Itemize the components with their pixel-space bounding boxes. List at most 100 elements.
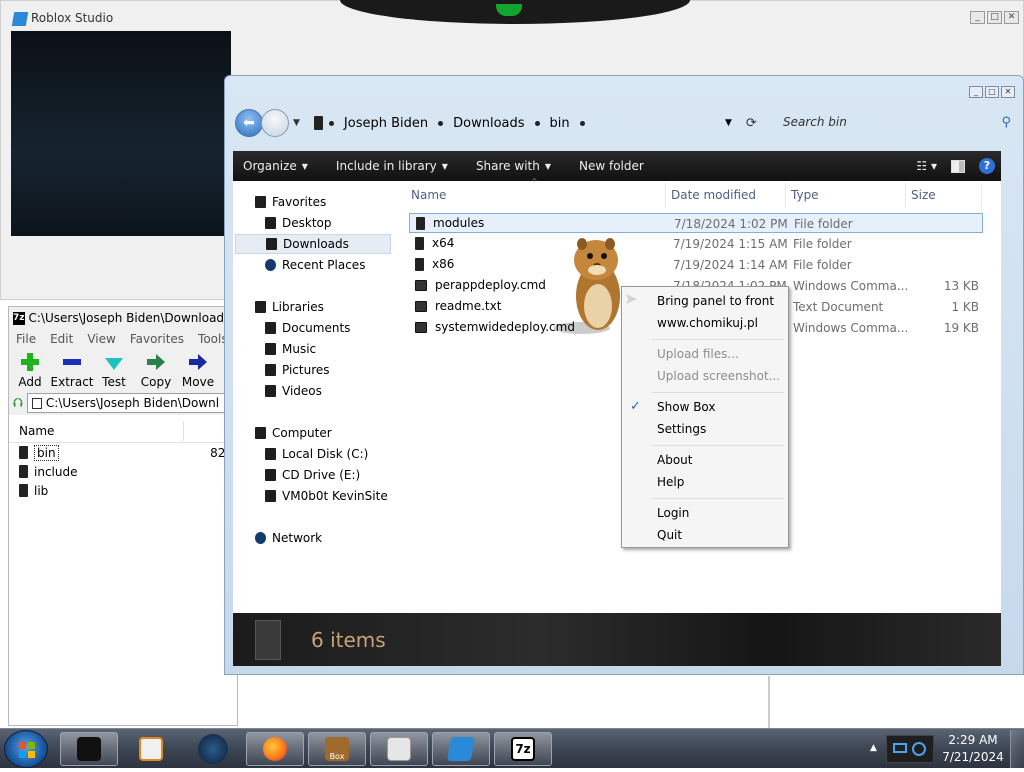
- roblox-window-title: Roblox Studio: [31, 11, 114, 25]
- nav-recent-places[interactable]: Recent Places: [261, 255, 365, 275]
- copy-button[interactable]: Copy: [135, 352, 177, 389]
- nav-desktop[interactable]: Desktop: [261, 213, 332, 233]
- file-size: 13 KB: [943, 279, 979, 293]
- address-dropdown-icon[interactable]: ▼: [725, 118, 732, 128]
- start-button[interactable]: [4, 730, 48, 768]
- nav-label: Pictures: [282, 363, 330, 377]
- nav-videos[interactable]: Videos: [261, 381, 322, 401]
- nav-music[interactable]: Music: [261, 339, 316, 359]
- search-icon[interactable]: ⚲: [1001, 115, 1011, 130]
- taskbar-app-chomikuj-box[interactable]: Box: [308, 732, 366, 766]
- file-type: File folder: [793, 258, 852, 272]
- 7zip-path-field[interactable]: C:\Users\Joseph Biden\Downl: [26, 393, 237, 413]
- minimize-button[interactable]: _: [970, 11, 985, 24]
- nav-documents[interactable]: Documents: [261, 318, 350, 338]
- back-button[interactable]: ⬅: [235, 109, 263, 137]
- column-size[interactable]: Size: [909, 181, 936, 209]
- recent-pages-dropdown[interactable]: ▼: [293, 118, 300, 128]
- table-row[interactable]: x64 7/19/2024 1:15 AM File folder: [409, 234, 983, 254]
- file-name: x86: [432, 257, 455, 271]
- taskbar-app-globe[interactable]: [184, 732, 242, 766]
- nav-cd-drive[interactable]: CD Drive (E:): [261, 465, 360, 485]
- 7zip-toolbar: Add Extract Test Copy Move: [9, 349, 237, 391]
- menu-file[interactable]: File: [9, 332, 43, 346]
- menu-favorites[interactable]: Favorites: [123, 332, 191, 346]
- menu-item-quit[interactable]: Quit: [657, 528, 682, 542]
- menu-item-about[interactable]: About: [657, 453, 692, 467]
- taskbar-app-7zip[interactable]: 7z: [494, 732, 552, 766]
- close-button[interactable]: ✕: [1004, 11, 1019, 24]
- folder-icon: [416, 216, 425, 230]
- menu-view[interactable]: View: [80, 332, 122, 346]
- help-button[interactable]: ?: [979, 158, 995, 174]
- nav-local-disk[interactable]: Local Disk (C:): [261, 444, 368, 464]
- move-button[interactable]: Move: [177, 352, 219, 389]
- menu-item-settings[interactable]: Settings: [657, 422, 706, 436]
- up-folder-icon[interactable]: ⮉: [13, 396, 23, 411]
- clock[interactable]: 2:29 AM 7/21/2024: [940, 732, 1006, 766]
- breadcrumb-item[interactable]: bin: [540, 116, 580, 131]
- nav-downloads[interactable]: Downloads: [235, 234, 391, 254]
- change-view-icon[interactable]: ☷ ▾: [916, 159, 937, 173]
- include-in-library-button[interactable]: Include in library ▼: [326, 159, 458, 173]
- maximize-button[interactable]: □: [987, 11, 1002, 24]
- close-button[interactable]: ✕: [1001, 86, 1015, 98]
- new-folder-button[interactable]: New folder: [569, 159, 654, 173]
- 7zip-col-name[interactable]: Name: [19, 424, 54, 438]
- menu-item-help[interactable]: Help: [657, 475, 684, 489]
- preview-pane-icon[interactable]: [951, 159, 965, 173]
- move-label: Move: [181, 375, 215, 389]
- cmd-file-icon: [415, 279, 427, 291]
- menu-item-show-box[interactable]: Show Box: [657, 400, 716, 414]
- table-row[interactable]: modules 7/18/2024 1:02 PM File folder: [409, 213, 983, 233]
- table-row[interactable]: x86 7/19/2024 1:14 AM File folder: [409, 255, 983, 275]
- nav-network[interactable]: Network: [251, 528, 322, 548]
- list-item[interactable]: include 6: [9, 462, 237, 481]
- menu-item-bring-panel[interactable]: Bring panel to front: [657, 294, 774, 308]
- taskbar-app-roblox[interactable]: [370, 732, 428, 766]
- menu-item-website[interactable]: www.chomikuj.pl: [657, 316, 758, 330]
- nav-libraries[interactable]: Libraries: [251, 297, 324, 317]
- forward-button[interactable]: [261, 109, 289, 137]
- nav-favorites[interactable]: Favorites: [251, 192, 326, 212]
- file-name: readme.txt: [435, 299, 502, 313]
- roblox-viewport[interactable]: [11, 31, 231, 236]
- breadcrumb[interactable]: Joseph Biden Downloads bin: [306, 108, 585, 138]
- taskbar-app-roblox-studio[interactable]: [432, 732, 490, 766]
- nav-network-drive[interactable]: VM0b0t KevinSite: [261, 486, 388, 506]
- menu-edit[interactable]: Edit: [43, 332, 80, 346]
- breadcrumb-item[interactable]: Joseph Biden: [334, 116, 438, 131]
- show-desktop-button[interactable]: [1010, 730, 1024, 768]
- search-input[interactable]: Search bin ⚲: [779, 108, 1015, 136]
- breadcrumb-item[interactable]: Downloads: [443, 116, 534, 131]
- extract-button[interactable]: Extract: [51, 352, 94, 389]
- column-date-modified[interactable]: Date modified: [669, 181, 756, 209]
- gadget-led-icon: [496, 4, 522, 16]
- address-bar: ⬅ ▼ Joseph Biden Downloads bin ▼ ⟳ Searc…: [235, 104, 1019, 142]
- show-hidden-icons-icon[interactable]: ▲: [870, 743, 877, 753]
- add-button[interactable]: Add: [9, 352, 51, 389]
- command-bar: Organize ▼ Include in library ▼ Share with…: [233, 151, 1001, 181]
- taskbar-app-firefox[interactable]: [246, 732, 304, 766]
- column-name[interactable]: Name: [409, 181, 446, 209]
- taskbar-app-media-player[interactable]: [122, 732, 180, 766]
- refresh-icon[interactable]: ⟳: [746, 116, 757, 131]
- taskbar-app-explorer[interactable]: [60, 732, 118, 766]
- nav-computer[interactable]: Computer: [251, 423, 332, 443]
- tray-network-icon[interactable]: [886, 735, 934, 763]
- nav-pictures[interactable]: Pictures: [261, 360, 330, 380]
- minimize-button[interactable]: _: [969, 86, 983, 98]
- navigation-pane: Favorites Desktop Downloads Recent Place…: [233, 181, 403, 613]
- column-type[interactable]: Type: [789, 181, 819, 209]
- plus-icon: [21, 353, 39, 371]
- folder-preview-icon: [255, 619, 281, 660]
- item-name: bin: [34, 444, 59, 461]
- menu-item-login[interactable]: Login: [657, 506, 689, 520]
- maximize-button[interactable]: □: [985, 86, 999, 98]
- nav-label: Videos: [282, 384, 322, 398]
- organize-button[interactable]: Organize ▼: [233, 159, 318, 173]
- share-with-button[interactable]: Share with ▼: [466, 159, 561, 173]
- list-item[interactable]: lib: [9, 481, 237, 500]
- list-item[interactable]: bin 820: [9, 443, 237, 462]
- test-button[interactable]: Test: [93, 352, 135, 389]
